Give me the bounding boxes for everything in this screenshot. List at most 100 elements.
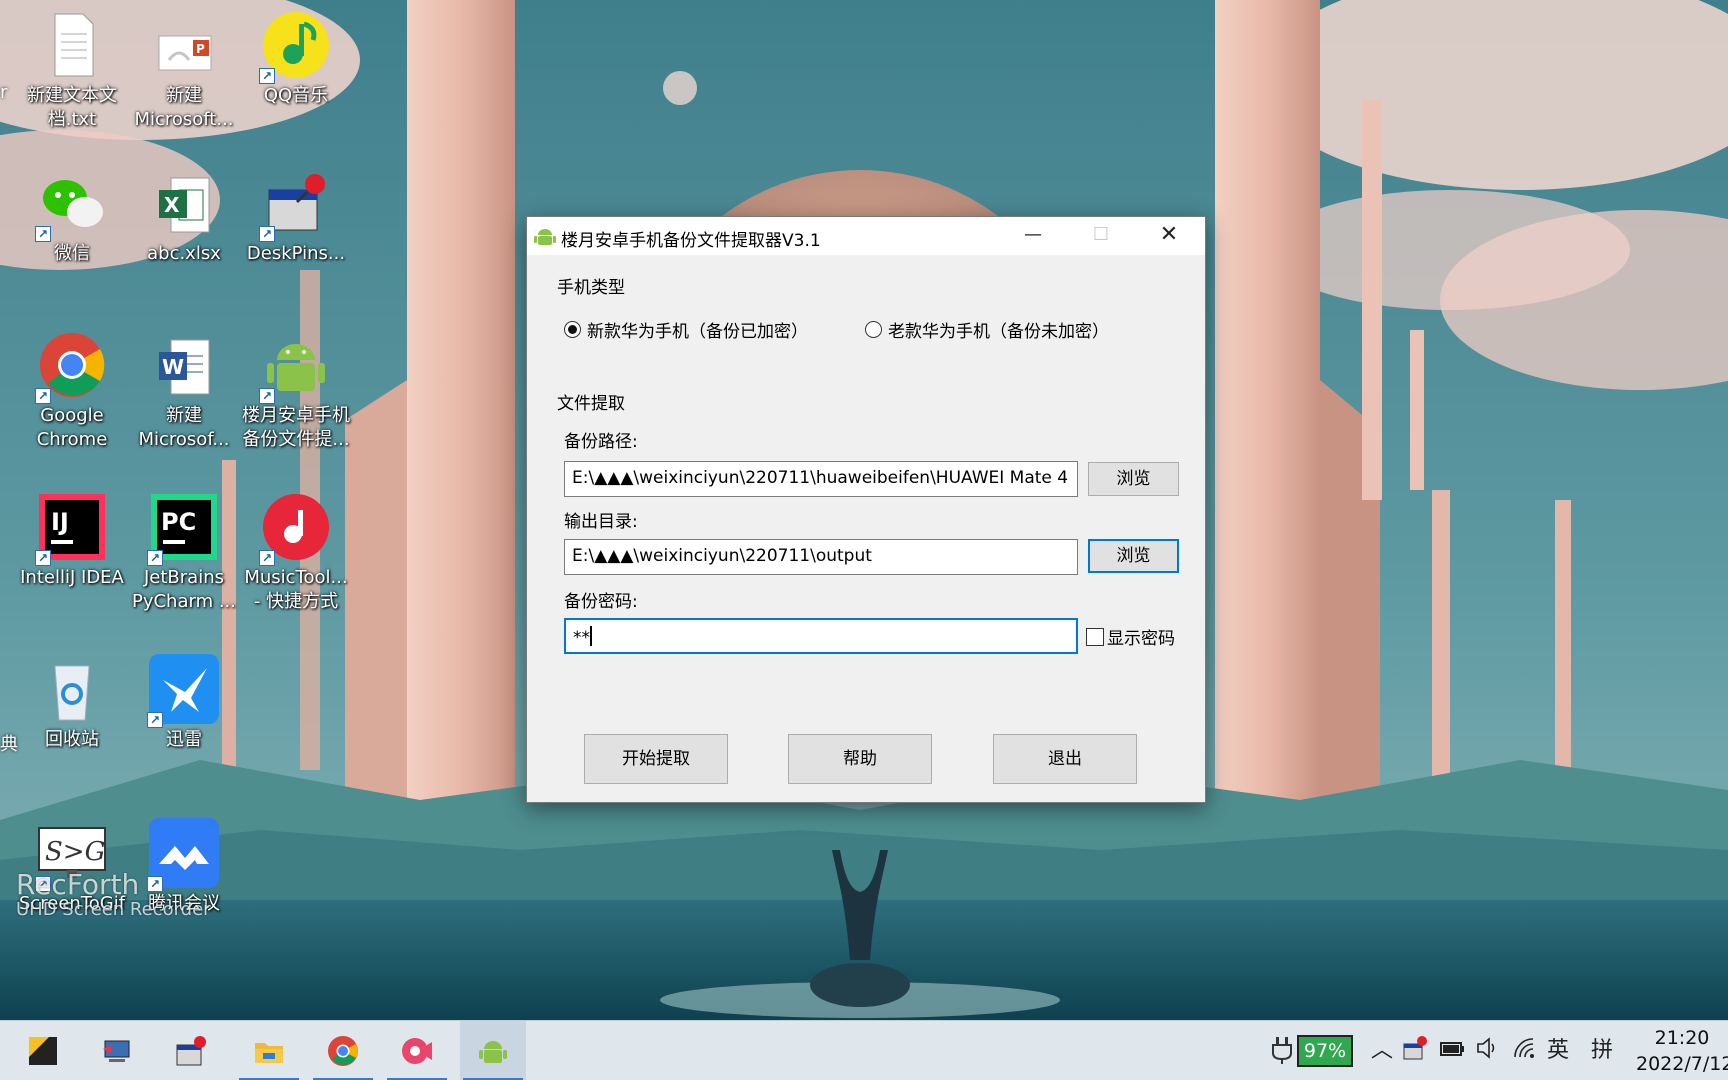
deskpins-tray-icon[interactable]: [1400, 1035, 1430, 1067]
taskbar-file-explorer[interactable]: [236, 1021, 302, 1080]
show-password-label: 显示密码: [1107, 629, 1175, 649]
desktop-icon-label: 微信: [54, 243, 90, 264]
desktop-icon-label: 新建文本文 档.txt: [27, 85, 117, 130]
close-button[interactable]: ✕: [1135, 217, 1203, 255]
network-monitor-icon: [101, 1035, 133, 1067]
desktop-icon-label: 回收站: [45, 729, 99, 750]
desktop-icon-xunlei[interactable]: ↗ 迅雷: [128, 654, 240, 752]
taskbar: 97% ︿ 英 拼 21:20 2022/7/12: [0, 1020, 1728, 1080]
xunlei-icon: ↗: [147, 654, 219, 728]
output-dir-input[interactable]: E:\▲▲▲\weixinciyun\220711\output: [564, 539, 1078, 575]
chrome-icon: ↗: [35, 330, 107, 404]
qq-music-icon: ↗: [259, 10, 331, 84]
desktop-icon-android-extractor[interactable]: ↗ 楼月安卓手机 备份文件提...: [240, 330, 352, 452]
desktop-icon-new-word[interactable]: W 新建 Microsof...: [128, 330, 240, 452]
desktop-icon-label: 新建 Microsof...: [138, 405, 230, 450]
radio-old-huawei[interactable]: 老款华为手机（备份未加密）: [865, 317, 1109, 342]
output-dir-label: 输出目录:: [564, 512, 638, 532]
desktop-icon-intellij[interactable]: IJ ↗ IntelliJ IDEA: [16, 492, 128, 590]
battery-tray-icon[interactable]: [1437, 1035, 1467, 1067]
intellij-icon: IJ ↗: [35, 492, 107, 566]
deskpins-icon: [175, 1035, 207, 1067]
recorder-watermark: RecForth UHD Screen Recorder: [16, 870, 211, 920]
desktop-icon-label: JetBrains PyCharm ...: [131, 567, 237, 612]
excel-file-icon: X: [149, 168, 219, 238]
desktop-icon-musictool[interactable]: ↗ MusicTool... - 快捷方式: [240, 492, 352, 614]
watermark-brand: RecForth: [16, 868, 140, 901]
svg-text:X: X: [164, 193, 180, 217]
desktop-icon-label: DeskPins...: [246, 243, 346, 264]
window-titlebar[interactable]: 楼月安卓手机备份文件提取器V3.1 — ☐ ✕: [527, 217, 1205, 255]
minimize-button[interactable]: —: [999, 217, 1067, 255]
window-title: 楼月安卓手机备份文件提取器V3.1: [561, 231, 821, 251]
svg-text:PC: PC: [161, 508, 196, 536]
taskbar-sticky-notes[interactable]: [10, 1021, 76, 1080]
text-caret: [590, 626, 592, 646]
browse-output-button[interactable]: 浏览: [1088, 539, 1179, 573]
svg-text:IJ: IJ: [51, 508, 69, 536]
taskbar-deskpins[interactable]: [158, 1021, 224, 1080]
battery-indicator[interactable]: 97%: [1297, 1035, 1353, 1067]
desktop-icon-label: 新建 Microsoft...: [134, 85, 234, 130]
desktop-icon-wechat[interactable]: ↗ 微信: [16, 168, 128, 266]
help-button[interactable]: 帮助: [788, 734, 932, 784]
desktop-icon-label: 迅雷: [166, 729, 202, 750]
desktop-icon-label: 楼月安卓手机 备份文件提...: [242, 405, 350, 450]
shortcut-arrow-icon: ↗: [35, 550, 51, 566]
show-password-checkbox[interactable]: 显示密码: [1086, 624, 1175, 649]
radio-new-huawei[interactable]: 新款华为手机（备份已加密）: [564, 317, 808, 342]
desktop-icon-qq-music[interactable]: ↗ QQ音乐: [240, 10, 352, 108]
exit-button[interactable]: 退出: [993, 734, 1137, 784]
desktop-icon-new-txt[interactable]: 新建文本文 档.txt: [16, 10, 128, 132]
sticky-notes-icon: [27, 1035, 59, 1067]
radio-button-selected[interactable]: [564, 321, 581, 338]
start-extract-button[interactable]: 开始提取: [584, 734, 728, 784]
system-clock[interactable]: 21:20 2022/7/12: [1636, 1025, 1728, 1077]
word-file-icon: W: [149, 330, 219, 400]
taskbar-android-extractor[interactable]: [460, 1021, 526, 1080]
svg-text:S>G: S>G: [45, 837, 105, 867]
browse-backup-button[interactable]: 浏览: [1088, 462, 1179, 496]
checkbox-box[interactable]: [1086, 627, 1104, 646]
power-plug-icon[interactable]: [1270, 1035, 1294, 1067]
password-label: 备份密码:: [564, 592, 638, 612]
screen-recorder-icon: [401, 1035, 433, 1067]
taskbar-screen-recorder[interactable]: [384, 1021, 450, 1080]
password-input[interactable]: **: [564, 618, 1078, 654]
chrome-icon: [327, 1035, 359, 1067]
folder-icon: [253, 1035, 285, 1067]
backup-extractor-window: 楼月安卓手机备份文件提取器V3.1 — ☐ ✕ 手机类型 新款华为手机（备份已加…: [526, 216, 1206, 803]
desktop-icon-chrome[interactable]: ↗ Google Chrome: [16, 330, 128, 452]
show-hidden-icons-chevron-icon[interactable]: ︿: [1370, 1035, 1394, 1067]
volume-icon[interactable]: [1473, 1035, 1503, 1067]
clock-time: 21:20: [1654, 1027, 1710, 1049]
desktop-icon-recycle-bin[interactable]: 回收站: [16, 654, 128, 752]
clock-date: 2022/7/12: [1636, 1053, 1728, 1075]
android-icon: [477, 1035, 509, 1067]
desktop-icon-pycharm[interactable]: PC ↗ JetBrains PyCharm ...: [128, 492, 240, 614]
radio-button[interactable]: [865, 321, 882, 338]
backup-path-input[interactable]: E:\▲▲▲\weixinciyun\220711\huaweibeifen\H…: [564, 461, 1078, 497]
desktop-icon-deskpins[interactable]: ↗ DeskPins...: [240, 168, 352, 266]
phone-type-heading: 手机类型: [557, 278, 625, 298]
ime-language-indicator[interactable]: 英: [1543, 1035, 1573, 1067]
desktop-icon-label: Google Chrome: [36, 405, 108, 450]
text-file-icon: [37, 10, 107, 80]
desktop-icon-new-ppt[interactable]: P 新建 Microsoft...: [128, 10, 240, 132]
recycle-bin-icon: [37, 654, 107, 724]
taskbar-network-tool[interactable]: [84, 1021, 150, 1080]
shortcut-arrow-icon: ↗: [35, 388, 51, 404]
android-app-icon: [534, 225, 556, 247]
taskbar-chrome[interactable]: [310, 1021, 376, 1080]
wifi-icon[interactable]: [1509, 1035, 1539, 1067]
watermark-subtitle: UHD Screen Recorder: [16, 899, 211, 920]
svg-text:P: P: [196, 42, 205, 56]
ime-mode-indicator[interactable]: 拼: [1586, 1035, 1618, 1067]
powerpoint-file-icon: P: [149, 10, 219, 80]
shortcut-arrow-icon: ↗: [35, 226, 51, 242]
desktop-icon-abc-xlsx[interactable]: X abc.xlsx: [128, 168, 240, 266]
deskpins-icon: ↗: [259, 168, 331, 242]
wechat-icon: ↗: [35, 168, 107, 242]
radio-old-label: 老款华为手机（备份未加密）: [888, 322, 1109, 342]
shortcut-arrow-icon: ↗: [147, 550, 163, 566]
